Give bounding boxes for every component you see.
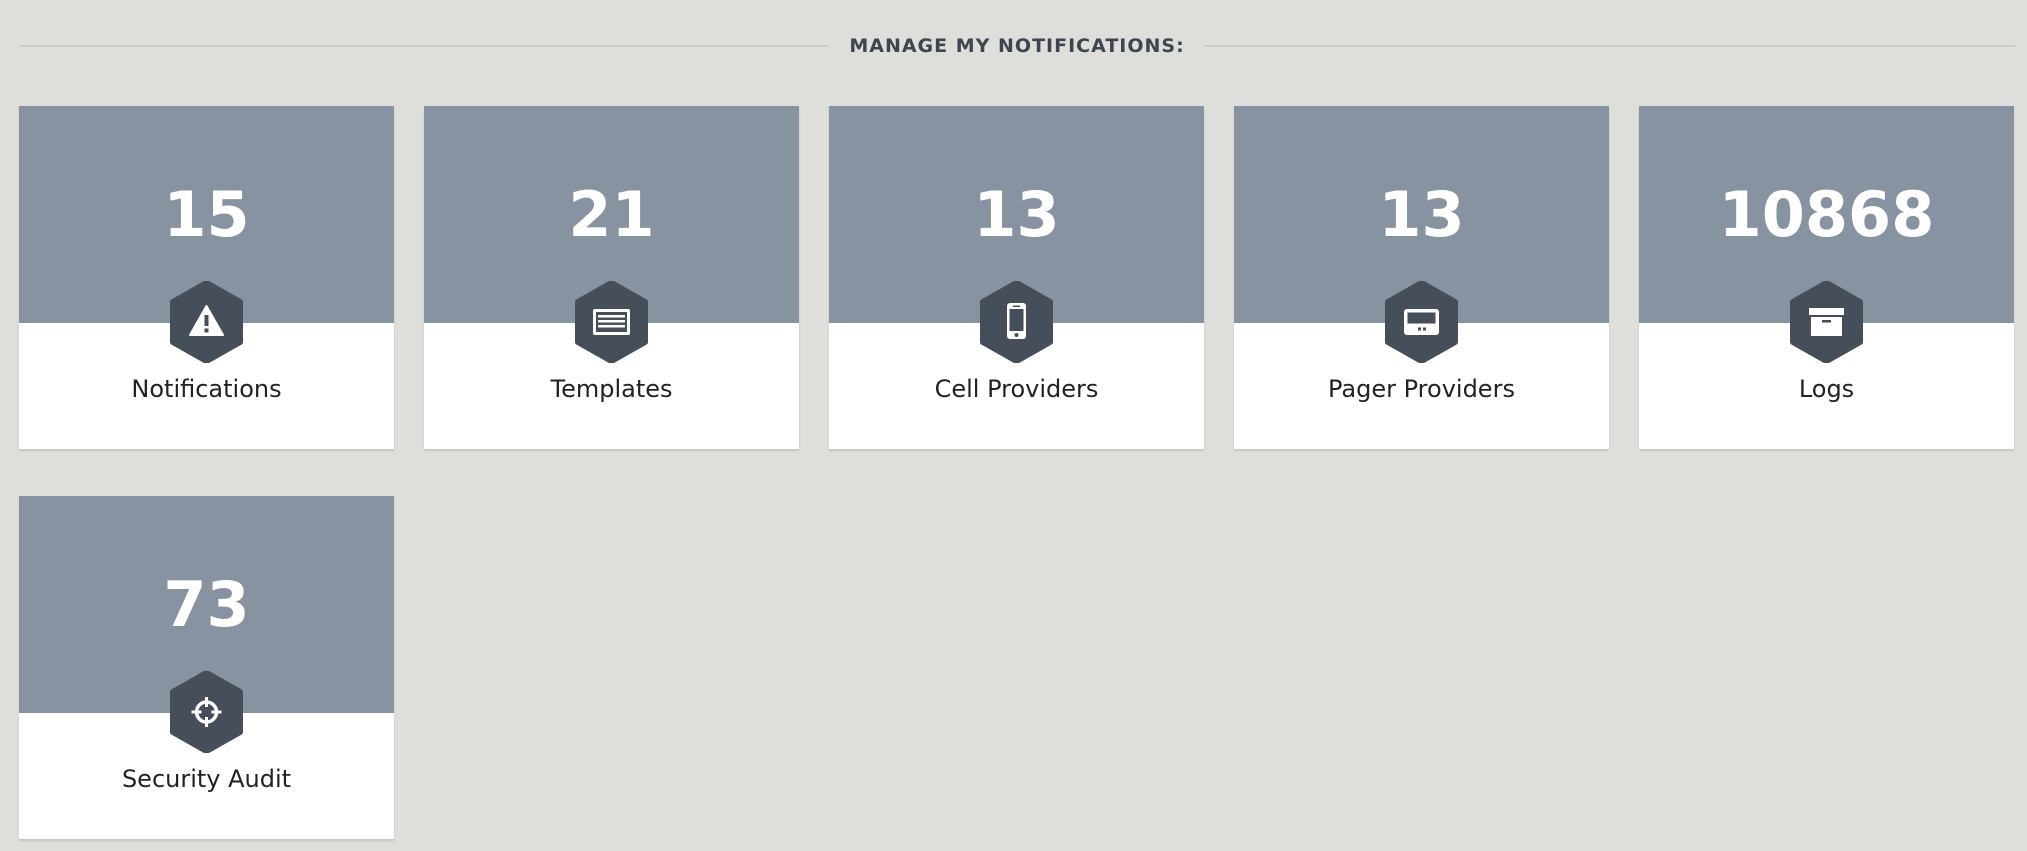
tile-notifications[interactable]: 15 Notifications <box>19 106 394 449</box>
section-header: MANAGE MY NOTIFICATIONS: <box>19 30 2016 62</box>
tile-label: Cell Providers <box>934 375 1099 403</box>
tile-count: 73 <box>163 568 250 641</box>
header-rule-left <box>19 45 830 47</box>
tile-count: 10868 <box>1718 178 1935 251</box>
tile-pager-providers[interactable]: 13 Pager Providers <box>1234 106 1609 449</box>
list-card-icon <box>574 281 649 363</box>
warning-icon <box>169 281 244 363</box>
tile-logs[interactable]: 10868 Logs <box>1639 106 2014 449</box>
tile-label: Logs <box>1798 375 1855 403</box>
tile-count: 21 <box>568 178 655 251</box>
archive-box-icon <box>1789 281 1864 363</box>
pager-icon <box>1384 281 1459 363</box>
tile-templates[interactable]: 21 Templates <box>424 106 799 449</box>
crosshair-icon <box>169 671 244 753</box>
tile-label: Templates <box>550 375 673 403</box>
tile-count: 13 <box>1378 178 1465 251</box>
tile-count: 13 <box>973 178 1060 251</box>
tile-label: Notifications <box>131 375 282 403</box>
tile-label: Security Audit <box>121 765 292 793</box>
mobile-phone-icon <box>979 281 1054 363</box>
tile-security-audit[interactable]: 73 Security Audit <box>19 496 394 839</box>
section-title: MANAGE MY NOTIFICATIONS: <box>849 35 1185 57</box>
tile-count: 15 <box>163 178 250 251</box>
tile-label: Pager Providers <box>1328 375 1515 403</box>
header-rule-right <box>1204 45 2016 47</box>
tile-cell-providers[interactable]: 13 Cell Providers <box>829 106 1204 449</box>
